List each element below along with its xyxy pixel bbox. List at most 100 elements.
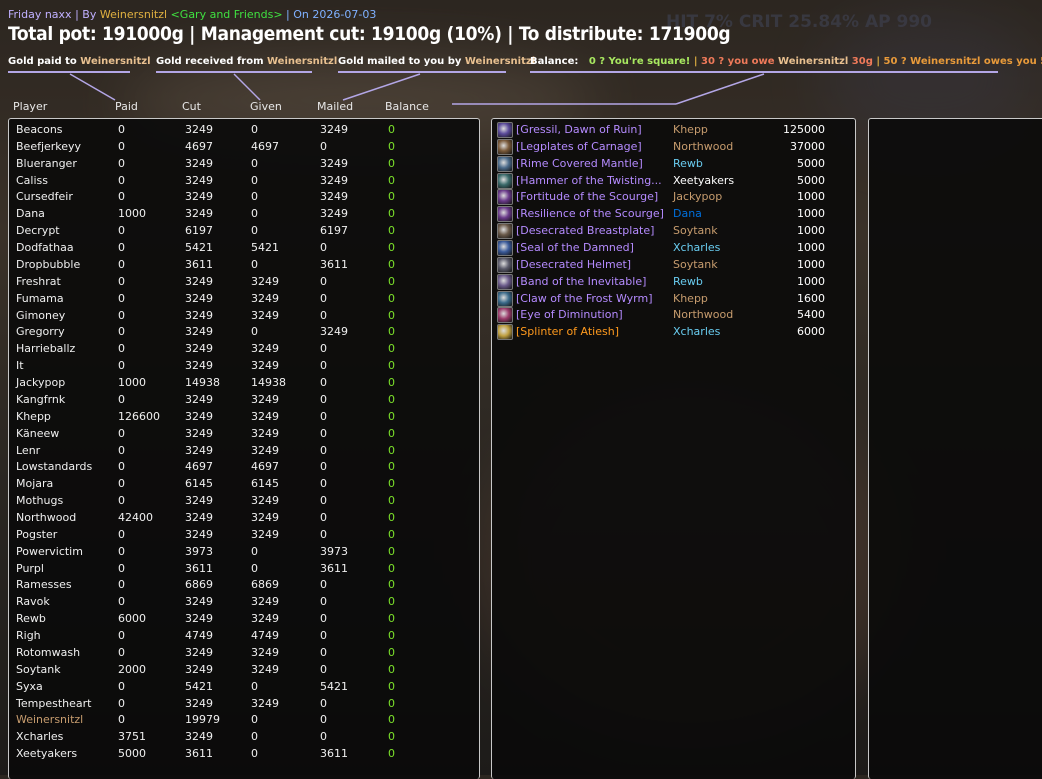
loot-price: 1000 — [797, 190, 825, 204]
player-name: Fumama — [16, 291, 64, 305]
loot-item-link[interactable]: [Splinter of Atiesh] — [516, 325, 619, 338]
player-mailed: 3611 — [320, 747, 348, 761]
loot-row[interactable]: [Fortitude of the Scourge] Jackypop 1000 — [497, 189, 837, 206]
legend-sep-1: | — [690, 56, 701, 67]
player-balance: 0 — [388, 156, 395, 170]
player-cut: 3249 — [185, 207, 213, 221]
loot-winner: Dana — [673, 207, 702, 221]
player-paid: 0 — [118, 629, 125, 643]
loot-winner: Xcharles — [673, 325, 721, 339]
loot-item-link[interactable]: [Gressil, Dawn of Ruin] — [516, 123, 642, 136]
player-given: 0 — [251, 224, 258, 238]
legend-mailed: Gold mailed to you by Weinersnitzl — [338, 56, 535, 73]
col-header-mailed: Mailed — [317, 100, 354, 113]
player-cut: 6197 — [185, 224, 213, 238]
loot-item-link[interactable]: [Eye of Diminution] — [516, 308, 623, 321]
loot-row[interactable]: [Band of the Inevitable] Rewb 1000 — [497, 273, 837, 291]
player-given: 3249 — [251, 426, 279, 440]
loot-row[interactable]: [Rime Covered Mantle] Rewb 5000 — [497, 155, 837, 173]
loot-row[interactable]: [Desecrated Helmet] Soytank 1000 — [497, 256, 837, 274]
loot-price: 125000 — [783, 123, 825, 136]
player-paid: 0 — [118, 359, 125, 373]
player-given: 3249 — [251, 696, 279, 710]
player-mailed: 0 — [320, 629, 327, 643]
loot-row[interactable]: [Splinter of Atiesh] Xcharles 6000 — [497, 324, 837, 341]
loot-item-link[interactable]: [Claw of the Frost Wyrm] — [516, 292, 653, 305]
loot-row[interactable]: [Desecrated Breastplate] Soytank 1000 — [497, 223, 837, 240]
player-balance: 0 — [388, 123, 395, 136]
player-mailed: 0 — [320, 645, 327, 659]
player-given: 3249 — [251, 308, 279, 322]
player-paid: 0 — [118, 173, 125, 187]
loot-winner: Xcharles — [673, 240, 721, 254]
loot-item-link[interactable]: [Resilience of the Scourge] — [516, 207, 664, 220]
player-given: 14938 — [251, 376, 286, 390]
loot-item-link[interactable]: [Legplates of Carnage] — [516, 140, 642, 153]
player-mailed: 0 — [320, 612, 327, 626]
loot-row[interactable]: [Resilience of the Scourge] Dana 1000 — [497, 206, 837, 223]
loot-price: 5000 — [797, 156, 825, 170]
player-paid: 0 — [118, 494, 125, 508]
loot-item-link[interactable]: [Hammer of the Twisting... — [516, 174, 662, 187]
player-mailed: 0 — [320, 291, 327, 305]
player-given: 0 — [251, 544, 258, 558]
loot-price: 1600 — [797, 291, 825, 305]
player-given: 0 — [251, 747, 258, 761]
loot-row[interactable]: [Gressil, Dawn of Ruin] Khepp 125000 — [497, 122, 837, 139]
loot-item-link[interactable]: [Band of the Inevitable] — [516, 275, 646, 288]
player-name: Soytank — [16, 662, 61, 676]
player-balance: 0 — [388, 443, 395, 457]
loot-item-link[interactable]: [Desecrated Helmet] — [516, 258, 631, 271]
player-paid: 0 — [118, 561, 125, 575]
player-mailed: 0 — [320, 511, 327, 524]
player-paid: 0 — [118, 527, 125, 541]
loot-price: 5000 — [797, 173, 825, 187]
player-mailed: 3973 — [320, 544, 348, 558]
legend-received-name: Weinersnitzl — [267, 56, 338, 67]
player-mailed: 3249 — [320, 190, 348, 204]
player-balance: 0 — [388, 257, 395, 271]
player-name: Ravok — [16, 595, 50, 609]
player-balance: 0 — [388, 578, 395, 592]
player-mailed: 3249 — [320, 325, 348, 339]
player-mailed: 0 — [320, 139, 327, 153]
loot-item-link[interactable]: [Fortitude of the Scourge] — [516, 190, 658, 203]
loot-item-link[interactable]: [Desecrated Breastplate] — [516, 224, 654, 237]
player-cut: 5421 — [185, 679, 213, 693]
loot-row[interactable]: [Hammer of the Twisting... Xeetyakers 5000 — [497, 172, 837, 190]
player-mailed: 0 — [320, 477, 327, 491]
player-name: Caliss — [16, 173, 48, 187]
player-name: Decrypt — [16, 224, 60, 238]
ring-icon — [497, 239, 513, 256]
loot-price: 1000 — [797, 274, 825, 288]
player-balance: 0 — [388, 629, 395, 643]
loot-row[interactable]: [Seal of the Damned] Xcharles 1000 — [497, 239, 837, 257]
player-given: 0 — [251, 173, 258, 187]
loot-price: 1000 — [797, 240, 825, 254]
player-cut: 3249 — [185, 662, 213, 676]
player-name: Gimoney — [16, 308, 66, 322]
player-given: 3249 — [251, 443, 279, 457]
raid-sep: | By — [71, 8, 100, 21]
legend-balance-label: Balance: — [530, 56, 579, 67]
loot-row[interactable]: [Legplates of Carnage] Northwood 37000 — [497, 138, 837, 156]
loot-item-link[interactable]: [Rime Covered Mantle] — [516, 157, 643, 170]
player-given: 3249 — [251, 595, 279, 609]
loot-row[interactable]: [Claw of the Frost Wyrm] Khepp 1600 — [497, 290, 837, 308]
player-mailed: 0 — [320, 662, 327, 676]
player-cut: 3249 — [185, 123, 213, 136]
loot-price: 1000 — [797, 207, 825, 221]
player-given: 3249 — [251, 511, 279, 524]
player-balance: 0 — [388, 544, 395, 558]
enchant-icon — [497, 189, 513, 206]
loot-winner: Khepp — [673, 291, 708, 305]
player-name: Khepp — [16, 409, 51, 423]
player-paid: 0 — [118, 544, 125, 558]
loot-row[interactable]: [Eye of Diminution] Northwood 5400 — [497, 307, 837, 324]
legend-paid: Gold paid to Weinersnitzl — [8, 56, 151, 73]
player-paid: 0 — [118, 308, 125, 322]
player-name: Rotomwash — [16, 645, 81, 659]
player-paid: 0 — [118, 241, 125, 255]
player-balance: 0 — [388, 392, 395, 406]
loot-item-link[interactable]: [Seal of the Damned] — [516, 241, 634, 254]
